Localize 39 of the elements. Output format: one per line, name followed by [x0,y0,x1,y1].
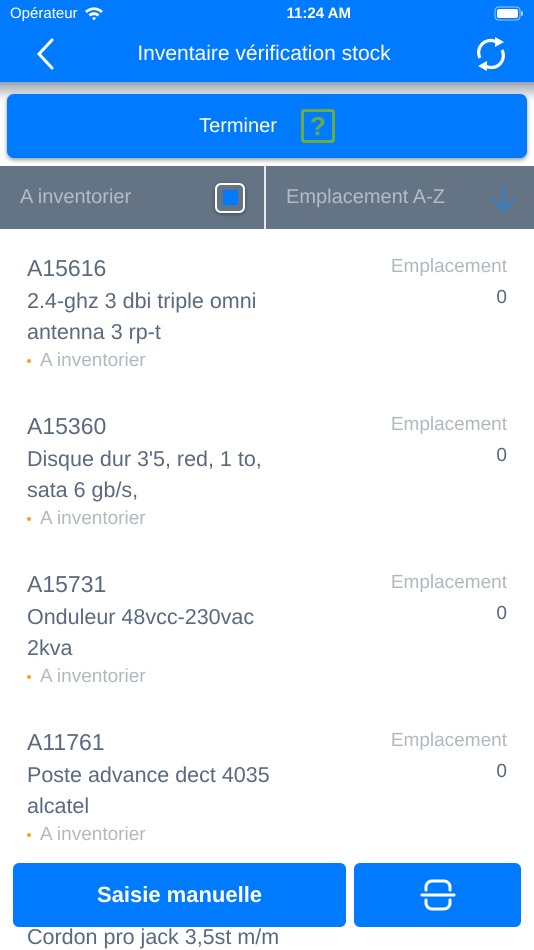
item-status: A inventorier [40,507,146,531]
location-label: Emplacement [390,571,507,595]
filter-label: A inventorier [20,186,132,209]
scan-button[interactable] [354,863,521,927]
screen-title: Inventaire vérification stock [137,42,391,66]
item-status: A inventorier [40,823,146,847]
sort-label[interactable]: Emplacement A-Z [286,186,445,209]
back-icon[interactable] [36,38,54,70]
item-code: A11761 [27,728,106,756]
location-label: Emplacement [390,413,507,437]
manual-entry-button[interactable]: Saisie manuelle [13,863,346,927]
status-time: 11:24 AM [286,4,352,22]
item-description: Disque dur 3'5, red, 1 to, sata 6 gb/s, [27,446,263,504]
scan-icon [420,879,456,911]
battery-icon [494,6,524,20]
status-dot [27,833,31,837]
item-description: 2.4-ghz 3 dbi triple omni antenna 3 rp-t [27,288,258,346]
item-code: A15731 [27,570,108,598]
item-quantity: 0 [496,446,507,466]
item-description: Onduleur 48vcc-230vac 2kva [27,604,256,662]
item-code: A15616 [27,254,108,282]
item-description: Cordon pro jack 3,5st m/m [27,926,280,948]
item-quantity: 0 [496,762,507,782]
carrier-name: Opérateur [10,4,78,22]
location-label: Emplacement [390,255,507,279]
help-badge: ? [300,109,335,143]
item-quantity: 0 [496,604,507,624]
status-dot [27,359,31,363]
finish-button[interactable]: Terminer ? [7,94,527,158]
location-label: Emplacement [390,729,507,753]
wifi-icon [84,6,104,20]
item-status: A inventorier [40,665,146,689]
item-code: A15360 [27,412,108,440]
status-dot [27,517,31,521]
item-description: Poste advance dect 4035 alcatel [27,762,271,820]
item-quantity: 0 [496,288,507,308]
filter-checkbox[interactable] [215,182,245,212]
status-dot [27,675,31,679]
item-status: A inventorier [40,349,146,373]
